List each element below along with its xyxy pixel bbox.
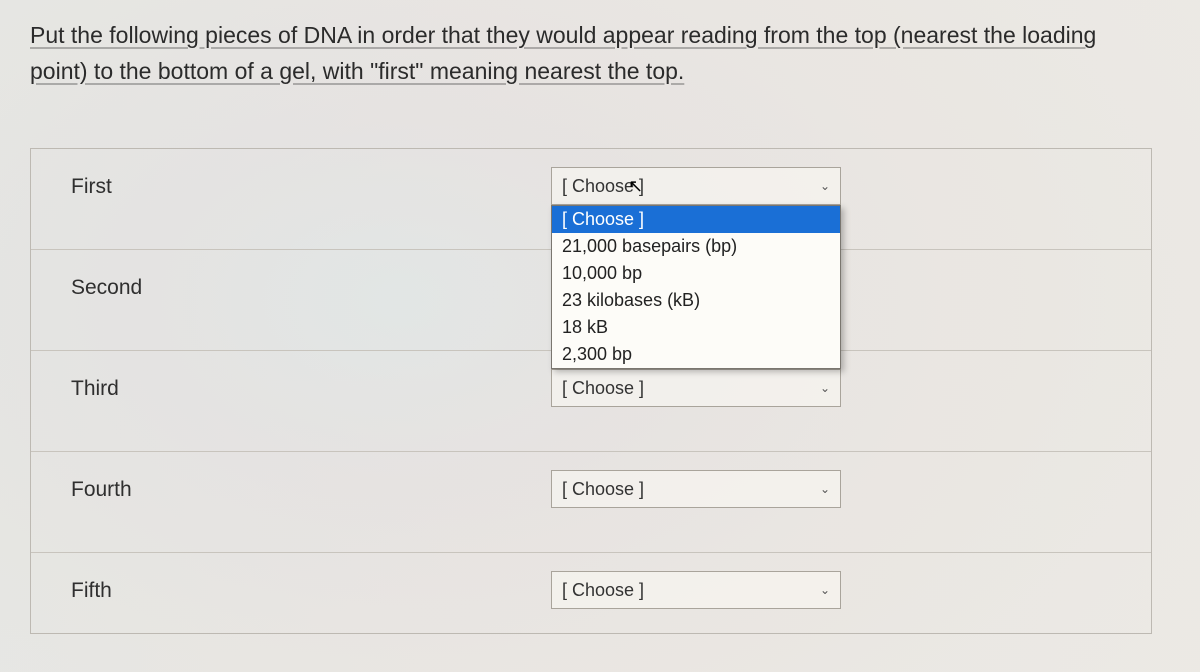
chevron-down-icon: ⌄ bbox=[820, 179, 830, 193]
matching-question-block: First [ Choose ] ⌄ ↖ [ Choose ] 21,000 b… bbox=[30, 148, 1152, 634]
select-value: [ Choose ] bbox=[562, 378, 644, 399]
option-23kb[interactable]: 23 kilobases (kB) bbox=[552, 287, 840, 314]
chevron-down-icon: ⌄ bbox=[820, 482, 830, 496]
select-wrap: [ Choose ] ⌄ ↖ [ Choose ] 21,000 basepai… bbox=[551, 149, 1151, 223]
match-row-fifth: Fifth [ Choose ] ⌄ bbox=[31, 553, 1151, 633]
select-third[interactable]: [ Choose ] ⌄ bbox=[551, 369, 841, 407]
row-label: Fourth bbox=[31, 452, 551, 552]
select-first[interactable]: [ Choose ] ⌄ ↖ bbox=[551, 167, 841, 205]
option-21000bp[interactable]: 21,000 basepairs (bp) bbox=[552, 233, 840, 260]
chevron-down-icon: ⌄ bbox=[820, 381, 830, 395]
select-value: [ Choose ] bbox=[562, 580, 644, 601]
row-label: First bbox=[31, 149, 551, 249]
select-wrap: [ Choose ] ⌄ bbox=[551, 553, 1151, 627]
option-10000bp[interactable]: 10,000 bp bbox=[552, 260, 840, 287]
match-row-first: First [ Choose ] ⌄ ↖ [ Choose ] 21,000 b… bbox=[31, 149, 1151, 250]
row-label: Fifth bbox=[31, 553, 551, 633]
chevron-down-icon: ⌄ bbox=[820, 583, 830, 597]
dropdown-options: [ Choose ] 21,000 basepairs (bp) 10,000 … bbox=[551, 205, 841, 369]
option-18kb[interactable]: 18 kB bbox=[552, 314, 840, 341]
option-choose[interactable]: [ Choose ] bbox=[552, 206, 840, 233]
select-value: [ Choose ] bbox=[562, 479, 644, 500]
select-fifth[interactable]: [ Choose ] ⌄ bbox=[551, 571, 841, 609]
row-label: Third bbox=[31, 351, 551, 451]
select-wrap: [ Choose ] ⌄ bbox=[551, 452, 1151, 526]
select-fourth[interactable]: [ Choose ] ⌄ bbox=[551, 470, 841, 508]
option-2300bp[interactable]: 2,300 bp bbox=[552, 341, 840, 368]
match-row-fourth: Fourth [ Choose ] ⌄ bbox=[31, 452, 1151, 553]
question-prompt: Put the following pieces of DNA in order… bbox=[30, 18, 1140, 89]
select-value: [ Choose ] bbox=[562, 176, 644, 197]
row-label: Second bbox=[31, 250, 551, 350]
